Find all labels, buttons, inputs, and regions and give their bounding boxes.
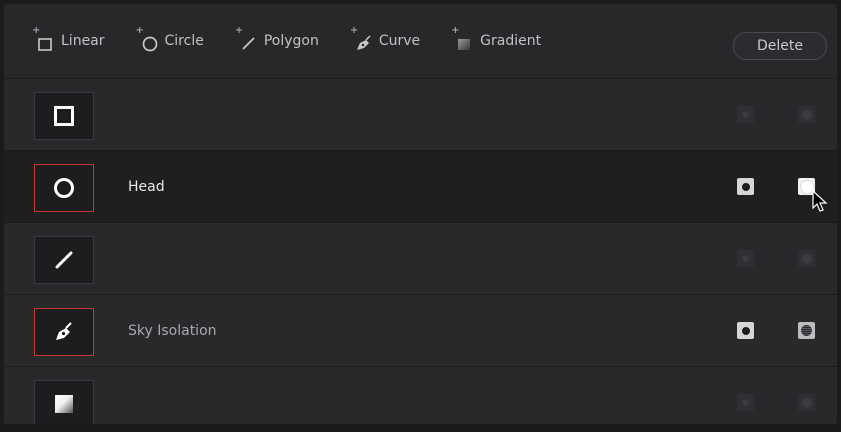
mask-icon xyxy=(801,397,812,408)
square-shape-icon xyxy=(54,106,74,126)
window-thumbnail[interactable] xyxy=(34,236,94,284)
tool-linear[interactable]: + Linear xyxy=(32,26,105,56)
tool-label: Polygon xyxy=(263,33,319,49)
mask-icon xyxy=(800,180,813,193)
window-label: Sky Isolation xyxy=(128,322,217,339)
window-thumbnail[interactable] xyxy=(34,164,94,212)
window-row[interactable]: Sky Isolation xyxy=(4,295,837,367)
circle-shape-icon xyxy=(54,178,74,198)
invert-icon xyxy=(741,326,750,335)
invert-toggle[interactable] xyxy=(737,250,754,267)
tool-curve[interactable]: + Curve xyxy=(350,26,421,56)
window-label: Head xyxy=(128,178,165,195)
mask-icon xyxy=(801,109,812,120)
invert-icon xyxy=(742,255,749,262)
mask-toggle[interactable] xyxy=(798,250,815,267)
window-thumbnail[interactable] xyxy=(34,380,94,424)
window-panel: + Linear + Circle + Polygon + Curve + Gr… xyxy=(4,4,837,424)
invert-toggle[interactable] xyxy=(737,106,754,123)
window-row[interactable] xyxy=(4,79,837,151)
invert-icon xyxy=(742,111,749,118)
tool-label: Gradient xyxy=(480,33,542,49)
pen-curve-shape-icon xyxy=(56,322,72,340)
invert-toggle[interactable] xyxy=(737,322,754,339)
tool-label: Circle xyxy=(164,33,204,49)
plus-gradient-icon: + xyxy=(451,26,475,52)
polygon-shape-icon xyxy=(55,251,73,269)
mask-toggle[interactable] xyxy=(798,394,815,411)
window-toolbar: + Linear + Circle + Polygon + Curve + Gr… xyxy=(4,4,837,79)
tool-polygon[interactable]: + Polygon xyxy=(235,26,319,56)
mask-icon xyxy=(801,253,812,264)
window-row[interactable] xyxy=(4,223,837,295)
invert-toggle[interactable] xyxy=(737,394,754,411)
mask-toggle[interactable] xyxy=(798,106,815,123)
plus-square-icon: + xyxy=(32,26,56,52)
gradient-shape-icon xyxy=(55,395,73,413)
plus-polygon-icon: + xyxy=(235,26,259,52)
invert-toggle[interactable] xyxy=(737,178,754,195)
window-row[interactable]: Head xyxy=(4,151,837,223)
mask-toggle[interactable] xyxy=(798,322,815,339)
window-thumbnail[interactable] xyxy=(34,308,94,356)
window-row[interactable] xyxy=(4,367,837,424)
delete-button[interactable]: Delete xyxy=(733,32,827,60)
tool-gradient[interactable]: + Gradient xyxy=(451,26,542,56)
mask-icon xyxy=(801,325,812,336)
invert-icon xyxy=(741,182,750,191)
tool-label: Curve xyxy=(378,33,421,49)
mouse-cursor-icon xyxy=(812,190,828,212)
plus-pen-curve-icon: + xyxy=(350,26,374,52)
plus-circle-icon: + xyxy=(136,26,160,52)
tool-circle[interactable]: + Circle xyxy=(136,26,204,56)
window-thumbnail[interactable] xyxy=(34,92,94,140)
tool-label: Linear xyxy=(61,33,105,49)
invert-icon xyxy=(742,399,749,406)
